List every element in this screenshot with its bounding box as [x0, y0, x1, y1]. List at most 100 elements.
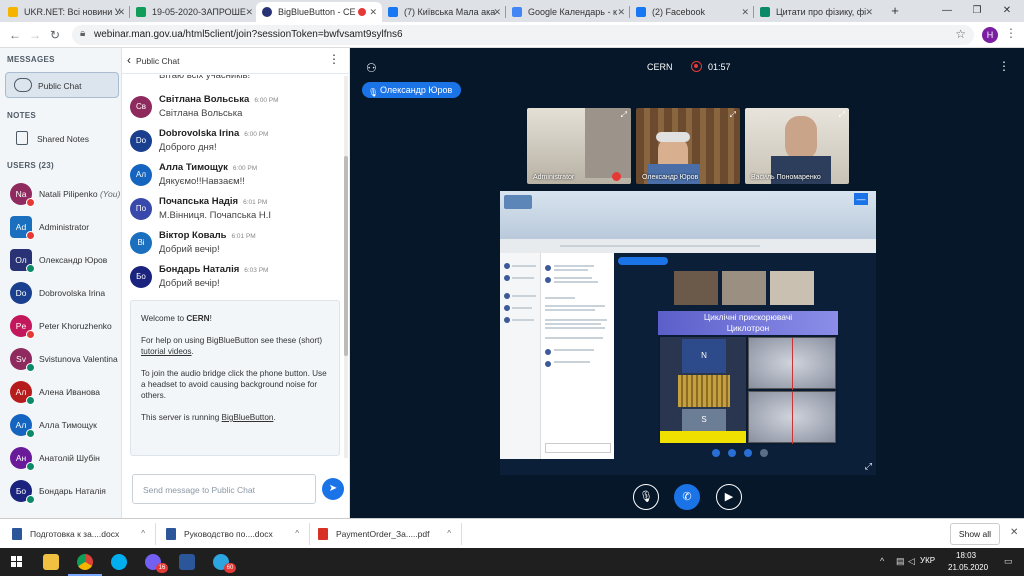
user-name: Natali Pilipenko (You)	[39, 189, 121, 199]
input-language[interactable]: УКР	[920, 556, 935, 565]
shared-user-list	[500, 253, 540, 459]
user-name: Алла Тимощук	[39, 420, 97, 430]
reload-icon[interactable]: ↻	[46, 26, 64, 44]
close-tab-icon[interactable]: ✕	[741, 2, 749, 22]
close-tab-icon[interactable]: ✕	[369, 2, 377, 22]
close-downloads-icon[interactable]: ✕	[1010, 527, 1018, 538]
volume-icon[interactable]: ◁	[908, 556, 915, 567]
user-list-item[interactable]: Pe Peter Khoruzhenko	[0, 309, 121, 342]
skype-taskbar-icon[interactable]	[102, 548, 136, 576]
expand-icon[interactable]: ⤢	[839, 110, 845, 120]
user-list-item[interactable]: Ан Анатолій Шубін	[0, 441, 121, 474]
user-list-item[interactable]: Бо Бондарь Наталія	[0, 474, 121, 507]
fullscreen-icon[interactable]: ⤢	[865, 461, 872, 472]
public-chat-item[interactable]: Public Chat	[5, 72, 119, 98]
show-all-downloads-button[interactable]: Show all	[950, 523, 1000, 545]
tutorial-videos-link[interactable]: tutorial videos	[141, 347, 192, 356]
recording-icon[interactable]	[691, 61, 702, 72]
word-taskbar-icon[interactable]	[170, 548, 204, 576]
network-icon[interactable]: ▤	[896, 556, 905, 567]
download-item[interactable]: Подготовка к за....docx ^	[6, 523, 156, 545]
close-tab-icon[interactable]: ✕	[617, 2, 625, 22]
audio-status-icon	[26, 396, 35, 405]
microphone-icon: 🎙︎	[368, 88, 379, 97]
user-list-item[interactable]: Do Dobrovolska Irina	[0, 276, 121, 309]
webcam-administrator[interactable]: ⤢ Administrator	[527, 108, 631, 184]
shared-webcam	[770, 271, 814, 305]
clock-time[interactable]: 18:03	[956, 551, 976, 560]
chat-message: Do Dobrovolska Irina 6:00 PM Доброго дня!	[130, 128, 340, 162]
back-arrow-icon[interactable]: ←	[6, 26, 24, 44]
chat-options-icon[interactable]: ⋮	[328, 52, 340, 66]
expand-icon[interactable]: ⤢	[621, 110, 627, 120]
user-list-item[interactable]: Na Natali Pilipenko (You)	[0, 177, 121, 210]
user-list-toggle-icon[interactable]: ⚇	[366, 61, 377, 75]
webcam-oleksandr-yurov[interactable]: ⤢ Олександр Юров	[636, 108, 740, 184]
dee-electrode-illustration	[748, 337, 836, 390]
clock-date[interactable]: 21.05.2020	[948, 563, 988, 572]
browser-tab-kyiv-academy[interactable]: (7) Київська Мала ака ✕	[382, 2, 506, 22]
audio-status-icon	[26, 330, 35, 339]
leave-audio-button[interactable]: ✆	[674, 484, 700, 510]
close-window-button[interactable]: ✕	[992, 0, 1022, 22]
chevron-up-icon[interactable]: ^	[447, 523, 451, 545]
browser-tab-bigbluebutton[interactable]: BigBlueButton - CE ✕	[256, 2, 382, 22]
download-item[interactable]: PaymentOrder_За.....pdf ^	[312, 523, 462, 545]
telegram-taskbar-icon[interactable]: 60	[204, 548, 238, 576]
message-author: Алла Тимощук 6:00 PM	[159, 162, 258, 173]
browser-tab-facebook[interactable]: (2) Facebook ✕	[630, 2, 754, 22]
screenshare-window[interactable]: — Циклічні прискорювачі Циклотрон N S ⤢	[500, 191, 876, 475]
close-tab-icon[interactable]: ✕	[117, 2, 125, 22]
profile-avatar[interactable]: H	[982, 27, 998, 43]
user-name: Бондарь Наталія	[39, 486, 106, 496]
browser-tab-physics-quotes[interactable]: Цитати про фізику, фі ✕	[754, 2, 878, 22]
minimize-presentation-button[interactable]: —	[854, 193, 868, 205]
new-tab-button[interactable]: +	[880, 0, 910, 22]
send-message-button[interactable]: ➤	[322, 478, 344, 500]
message-time: 6:00 PM	[232, 165, 258, 172]
maximize-window-button[interactable]: ❐	[962, 0, 992, 22]
user-list-item[interactable]: Ал Алена Иванова	[0, 375, 121, 408]
webcam-vasyl-ponomarenko[interactable]: ⤢ Василь Пономаренко	[745, 108, 849, 184]
notifications-icon[interactable]: ▭	[1004, 556, 1013, 567]
start-button[interactable]	[0, 548, 34, 576]
expand-icon[interactable]: ⤢	[730, 110, 736, 120]
avatar: Ал	[130, 164, 152, 186]
viber-taskbar-icon[interactable]: 16	[136, 548, 170, 576]
close-tab-icon[interactable]: ✕	[493, 2, 501, 22]
audio-status-icon	[26, 363, 35, 372]
user-list-item[interactable]: Ал Алла Тимощук	[0, 408, 121, 441]
close-tab-icon[interactable]: ✕	[245, 2, 253, 22]
chevron-up-icon[interactable]: ^	[141, 523, 145, 545]
chevron-up-icon[interactable]: ^	[295, 523, 299, 545]
message-author: Почапська Надія 6:01 PM	[159, 196, 268, 207]
user-name: Алена Иванова	[39, 387, 100, 397]
minimize-window-button[interactable]: —	[932, 0, 962, 22]
chrome-taskbar-icon[interactable]	[68, 548, 102, 576]
chat-title: Public Chat	[136, 56, 180, 66]
lock-icon: 🔒︎	[80, 28, 86, 39]
share-webcam-button[interactable]: ▶︎	[716, 484, 742, 510]
browser-tab-ukrnet[interactable]: UKR.NET: Всі новини У ✕	[2, 2, 130, 22]
bookmark-star-icon[interactable]: ☆	[955, 27, 966, 41]
dee-electrode-illustration	[748, 391, 836, 444]
mute-microphone-button[interactable]: 🎙︎	[633, 484, 659, 510]
browser-menu-icon[interactable]: ⋮	[1005, 26, 1017, 40]
tray-expand-icon[interactable]: ^	[880, 556, 884, 566]
user-list-item[interactable]: Sv Svistunova Valentina	[0, 342, 121, 375]
forward-arrow-icon[interactable]: →	[26, 26, 44, 44]
browser-tab-invite[interactable]: 19-05-2020-ЗАПРОШЕ ✕	[130, 2, 258, 22]
address-bar[interactable]: 🔒︎ webinar.man.gov.ua/html5client/join?s…	[72, 25, 974, 45]
close-tab-icon[interactable]: ✕	[865, 2, 873, 22]
user-list-item[interactable]: Ол Олександр Юров	[0, 243, 121, 276]
options-menu-icon[interactable]: ⋮	[998, 59, 1010, 73]
browser-tab-google-calendar[interactable]: Google Календарь - к ✕	[506, 2, 630, 22]
chat-scrollbar[interactable]	[344, 76, 348, 458]
chat-message-input[interactable]: Send message to Public Chat	[132, 474, 316, 504]
download-item[interactable]: Руководство по....docx ^	[160, 523, 310, 545]
shared-notes-item[interactable]: Shared Notes	[5, 126, 119, 152]
user-list-item[interactable]: Ad Administrator	[0, 210, 121, 243]
back-chevron-icon[interactable]: ‹	[127, 53, 131, 67]
explorer-taskbar-icon[interactable]	[34, 548, 68, 576]
bigbluebutton-link[interactable]: BigBlueButton	[222, 413, 274, 422]
